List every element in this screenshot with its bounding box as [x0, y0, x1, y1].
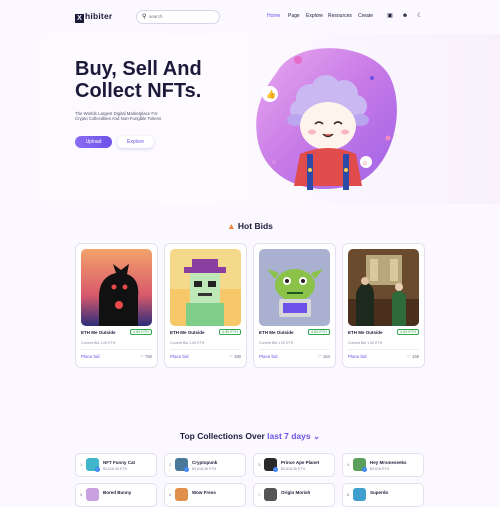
collection-value: $3,618 ETH [370, 467, 390, 471]
chevron-down-icon: ⌄ [312, 431, 321, 441]
hero-nft-illustration: 👍 ☺ [256, 48, 397, 190]
collection-avatar [264, 488, 277, 501]
svg-text:👍: 👍 [266, 89, 276, 99]
collection-value: $3,618.36 ETH [103, 467, 128, 471]
rank: 7. [258, 492, 262, 497]
hero-subtitle: The Worlds Largest Digital Marketplace F… [75, 111, 162, 122]
rank: 5. [80, 492, 84, 497]
period-dropdown[interactable]: last 7 days ⌄ [267, 431, 320, 441]
collection-name: NFT Funny Cat [103, 460, 135, 465]
nft-image [348, 249, 419, 326]
moon-icon[interactable]: ☾ [416, 12, 424, 20]
collection-avatar [175, 488, 188, 501]
collection-name: Wow Frens [192, 490, 216, 495]
logo-text: hibiter [85, 11, 113, 21]
search-icon: ⚲ [142, 14, 147, 20]
collection-value: $3,618.36 ETH [281, 467, 306, 471]
verified-icon: ✓ [362, 467, 367, 472]
collection-item[interactable]: 8. Superdo [342, 483, 424, 507]
search-input[interactable] [149, 12, 213, 21]
collection-item[interactable]: 3. ✓ Prince Ape Planet $3,618.36 ETH [253, 453, 335, 477]
card-divider [81, 349, 152, 350]
nft-price-badge: 4.89 ETH [396, 329, 419, 335]
collection-name: Hey Mrsmeseeks [370, 460, 407, 465]
user-icon[interactable]: ☻ [401, 12, 409, 20]
nft-card[interactable]: ETH Me Outside 4.89 ETH Current Bid 1.00… [342, 243, 425, 368]
nav-page[interactable]: Page [288, 13, 300, 19]
collection-item[interactable]: 2. ✓ Cryptopunk $3,618.36 ETH [164, 453, 246, 477]
current-bid: Current Bid 1.00 ETH [348, 341, 383, 345]
current-bid: Current Bid 1.00 ETH [259, 341, 294, 345]
top-collections-title: Top Collections Over last 7 days ⌄ [179, 431, 321, 441]
likes-count[interactable]: ♡ 180 [229, 354, 241, 359]
nav-create[interactable]: Create [358, 13, 373, 19]
collection-item[interactable]: 7. Origin Morish [253, 483, 335, 507]
place-bid-link[interactable]: Place bid [259, 354, 278, 359]
rank: 6. [169, 492, 173, 497]
likes-count[interactable]: ♡ 159 [407, 354, 419, 359]
nft-image [81, 249, 152, 326]
collection-name: Prince Ape Planet [281, 460, 320, 465]
nft-card[interactable]: ETH Me Outside 4.89 ETH Current Bid 1.00… [164, 243, 247, 368]
verified-icon: ✓ [273, 467, 278, 472]
place-bid-link[interactable]: Place bid [81, 354, 100, 359]
rank: 3. [258, 462, 262, 467]
card-divider [259, 349, 330, 350]
nft-name: ETH Me Outside [81, 330, 116, 335]
collection-item[interactable]: 4. ✓ Hey Mrsmeseeks $3,618 ETH [342, 453, 424, 477]
place-bid-link[interactable]: Place bid [348, 354, 367, 359]
current-bid: Current Bid 1.00 ETH [170, 341, 205, 345]
card-divider [348, 349, 419, 350]
collection-value: $3,618.36 ETH [192, 467, 217, 471]
heart-icon: ♡ [407, 354, 411, 359]
collection-name: Superdo [370, 490, 389, 495]
collection-item[interactable]: 5. Bored Bunny [75, 483, 157, 507]
top-navbar: Xhibiter ⚲ Home Page Explore Resources C… [0, 0, 500, 34]
nft-card[interactable]: ETH Me Outside 4.89 ETH Current Bid 1.00… [75, 243, 158, 368]
card-divider [170, 349, 241, 350]
likes-count[interactable]: ♡ 164 [318, 354, 330, 359]
logo[interactable]: Xhibiter [75, 11, 112, 23]
nft-card[interactable]: ETH Me Outside 4.89 ETH Current Bid 1.00… [253, 243, 336, 368]
nft-price-badge: 4.89 ETH [129, 329, 152, 335]
fire-icon: ▲ [227, 221, 236, 231]
rank: 2. [169, 462, 173, 467]
nft-price-badge: 4.89 ETH [307, 329, 330, 335]
nft-name: ETH Me Outside [348, 330, 383, 335]
wallet-icon[interactable]: ▣ [386, 12, 394, 20]
nft-name: ETH Me Outside [170, 330, 205, 335]
nft-image [259, 249, 330, 326]
likes-count[interactable]: ♡ 750 [140, 354, 152, 359]
collection-name: Cryptopunk [192, 460, 218, 465]
heart-icon: ♡ [229, 354, 233, 359]
verified-icon: ✓ [95, 467, 100, 472]
verified-icon: ✓ [184, 467, 189, 472]
nav-home[interactable]: Home [267, 13, 280, 19]
collection-avatar [353, 488, 366, 501]
svg-text:☺: ☺ [362, 161, 368, 167]
logo-mark: X [75, 14, 84, 23]
nft-price-badge: 4.89 ETH [218, 329, 241, 335]
current-bid: Current Bid 1.00 ETH [81, 341, 116, 345]
nav-resources[interactable]: Resources [328, 13, 352, 19]
collection-item[interactable]: 1. ✓ NFT Funny Cat $3,618.36 ETH [75, 453, 157, 477]
collection-name: Origin Morish [281, 490, 311, 495]
nft-name: ETH Me Outside [259, 330, 294, 335]
hot-bids-title: ▲ Hot Bids [227, 221, 273, 231]
explore-button[interactable]: Explore [117, 136, 154, 148]
collection-avatar [86, 488, 99, 501]
heart-icon: ♡ [140, 354, 144, 359]
collection-name: Bored Bunny [103, 490, 132, 495]
hero-title: Buy, Sell And Collect NFTs. [75, 58, 202, 102]
place-bid-link[interactable]: Place bid [170, 354, 189, 359]
rank: 1. [80, 462, 84, 467]
heart-icon: ♡ [318, 354, 322, 359]
nft-image [170, 249, 241, 326]
search-box[interactable]: ⚲ [136, 10, 220, 24]
rank: 8. [347, 492, 351, 497]
upload-button[interactable]: Upload [75, 136, 112, 148]
nav-explore[interactable]: Explore [306, 13, 323, 19]
collection-item[interactable]: 6. Wow Frens [164, 483, 246, 507]
rank: 4. [347, 462, 351, 467]
